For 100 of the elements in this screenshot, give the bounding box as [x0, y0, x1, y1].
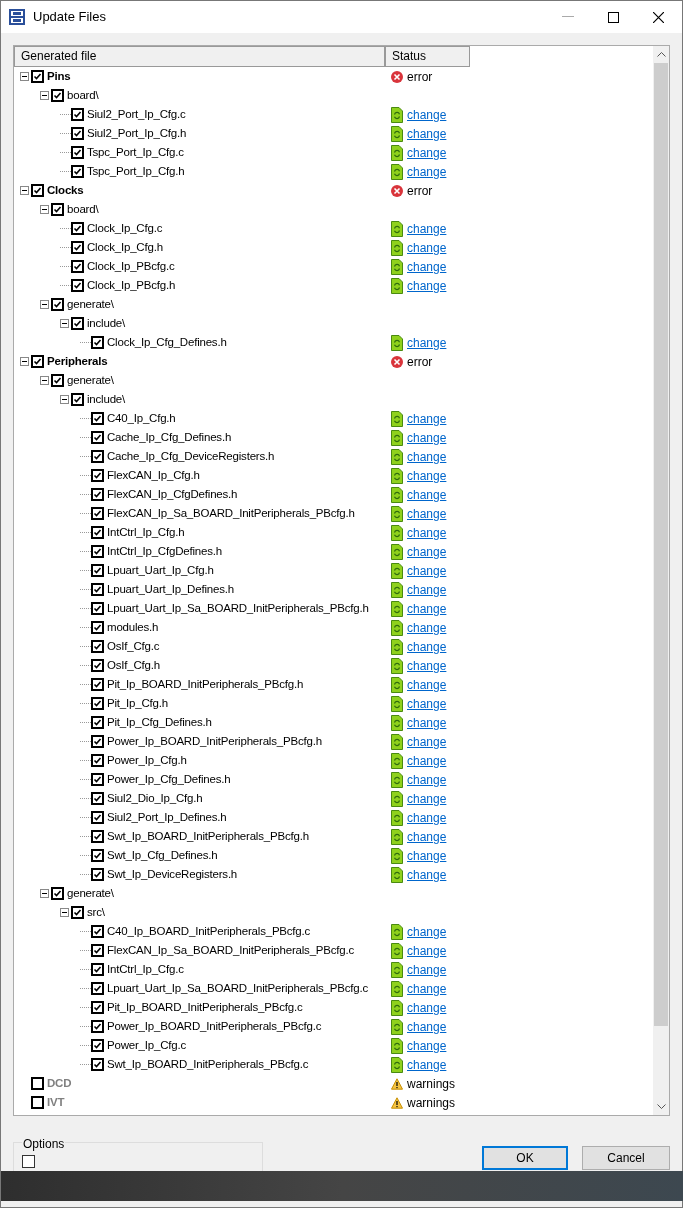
tree-item-label[interactable]: Clock_Ip_PBcfg.c: [87, 257, 175, 276]
tree-item-label[interactable]: modules.h: [107, 618, 159, 637]
change-link[interactable]: change: [407, 542, 447, 561]
collapse-toggle-icon[interactable]: [40, 376, 49, 385]
tree-item-label[interactable]: IntCtrl_Ip_Cfg.h: [107, 523, 185, 542]
tree-item-label[interactable]: OsIf_Cfg.c: [107, 637, 160, 656]
tree-item-label[interactable]: Lpuart_Uart_Ip_Sa_BOARD_InitPeripherals_PBcfg.c: [107, 979, 368, 998]
scrollbar-thumb[interactable]: [654, 63, 668, 1026]
tree-item-label[interactable]: Pit_Ip_Cfg_Defines.h: [107, 713, 212, 732]
change-link[interactable]: change: [407, 124, 447, 143]
checkbox[interactable]: [91, 735, 104, 748]
tree-item-label[interactable]: Pit_Ip_BOARD_InitPeripherals_PBcfg.c: [107, 998, 303, 1017]
checkbox[interactable]: [91, 602, 104, 615]
checkbox[interactable]: [91, 640, 104, 653]
tree-item-label[interactable]: Siul2_Dio_Ip_Cfg.h: [107, 789, 203, 808]
checkbox[interactable]: [91, 982, 104, 995]
checkbox[interactable]: [71, 393, 84, 406]
checkbox[interactable]: [71, 108, 84, 121]
tree-item-label[interactable]: generate\: [67, 884, 114, 903]
tree-item-label[interactable]: Swt_Ip_BOARD_InitPeripherals_PBcfg.c: [107, 1055, 309, 1074]
tree-item-label[interactable]: IntCtrl_Ip_Cfg.c: [107, 960, 184, 979]
tree-item-label[interactable]: Tspc_Port_Ip_Cfg.c: [87, 143, 184, 162]
tree-item-label[interactable]: Lpuart_Uart_Ip_Defines.h: [107, 580, 234, 599]
checkbox[interactable]: [91, 336, 104, 349]
change-link[interactable]: change: [407, 979, 447, 998]
checkbox[interactable]: [91, 944, 104, 957]
collapse-toggle-icon[interactable]: [20, 186, 29, 195]
tree-item-label[interactable]: FlexCAN_Ip_Sa_BOARD_InitPeripherals_PBcfg.c: [107, 941, 355, 960]
checkbox[interactable]: [91, 1020, 104, 1033]
tree-item-label[interactable]: OsIf_Cfg.h: [107, 656, 160, 675]
tree-item-label[interactable]: C40_Ip_BOARD_InitPeripherals_PBcfg.c: [107, 922, 311, 941]
checkbox[interactable]: [91, 659, 104, 672]
checkbox[interactable]: [91, 412, 104, 425]
change-link[interactable]: change: [407, 599, 447, 618]
tree-item-label[interactable]: generate\: [67, 295, 114, 314]
checkbox[interactable]: [51, 298, 64, 311]
checkbox[interactable]: [91, 583, 104, 596]
tree-item-label[interactable]: Power_Ip_Cfg.c: [107, 1036, 187, 1055]
tree-item-label[interactable]: Pins: [47, 67, 71, 86]
checkbox[interactable]: [91, 963, 104, 976]
change-link[interactable]: change: [407, 466, 447, 485]
tree-item-label[interactable]: Peripherals: [47, 352, 108, 371]
change-link[interactable]: change: [407, 485, 447, 504]
checkbox[interactable]: [91, 773, 104, 786]
checkbox[interactable]: [91, 754, 104, 767]
tree-item-label[interactable]: board\: [67, 200, 99, 219]
checkbox[interactable]: [91, 678, 104, 691]
checkbox[interactable]: [71, 165, 84, 178]
change-link[interactable]: change: [407, 637, 447, 656]
tree-item-label[interactable]: Clock_Ip_PBcfg.h: [87, 276, 176, 295]
scrollbar[interactable]: [653, 46, 669, 1115]
checkbox[interactable]: [91, 488, 104, 501]
change-link[interactable]: change: [407, 238, 447, 257]
scroll-up-icon[interactable]: [656, 52, 666, 57]
checkbox[interactable]: [91, 450, 104, 463]
checkbox[interactable]: [71, 279, 84, 292]
change-link[interactable]: change: [407, 504, 447, 523]
tree-item-label[interactable]: Swt_Ip_BOARD_InitPeripherals_PBcfg.h: [107, 827, 309, 846]
checkbox[interactable]: [91, 830, 104, 843]
tree-item-label[interactable]: C40_Ip_Cfg.h: [107, 409, 176, 428]
change-link[interactable]: change: [407, 333, 447, 352]
change-link[interactable]: change: [407, 276, 447, 295]
checkbox[interactable]: [71, 906, 84, 919]
change-link[interactable]: change: [407, 998, 447, 1017]
checkbox[interactable]: [91, 621, 104, 634]
change-link[interactable]: change: [407, 447, 447, 466]
change-link[interactable]: change: [407, 865, 447, 884]
column-header[interactable]: Status: [385, 46, 470, 67]
tree-item-label[interactable]: include\: [87, 314, 126, 333]
change-link[interactable]: change: [407, 770, 447, 789]
checkbox[interactable]: [31, 70, 44, 83]
tree-item-label[interactable]: Power_Ip_BOARD_InitPeripherals_PBcfg.h: [107, 732, 322, 751]
checkbox[interactable]: [31, 355, 44, 368]
collapse-toggle-icon[interactable]: [20, 357, 29, 366]
close-icon[interactable]: [653, 11, 664, 23]
tree-item-label[interactable]: FlexCAN_Ip_CfgDefines.h: [107, 485, 238, 504]
change-link[interactable]: change: [407, 732, 447, 751]
tree-item-label[interactable]: include\: [87, 390, 126, 409]
checkbox[interactable]: [91, 431, 104, 444]
collapse-toggle-icon[interactable]: [60, 908, 69, 917]
tree-item-label[interactable]: Siul2_Port_Ip_Cfg.c: [87, 105, 186, 124]
checkbox[interactable]: [91, 469, 104, 482]
tree-item-label[interactable]: Clocks: [47, 181, 84, 200]
tree-item-label[interactable]: Power_Ip_BOARD_InitPeripherals_PBcfg.c: [107, 1017, 322, 1036]
tree-item-label[interactable]: Swt_Ip_DeviceRegisters.h: [107, 865, 238, 884]
checkbox[interactable]: [22, 1155, 35, 1168]
checkbox[interactable]: [91, 507, 104, 520]
checkbox[interactable]: [91, 564, 104, 577]
change-link[interactable]: change: [407, 941, 447, 960]
change-link[interactable]: change: [407, 656, 447, 675]
checkbox[interactable]: [91, 849, 104, 862]
change-link[interactable]: change: [407, 751, 447, 770]
tree-item-label[interactable]: Power_Ip_Cfg.h: [107, 751, 187, 770]
tree-item-label[interactable]: IntCtrl_Ip_CfgDefines.h: [107, 542, 222, 561]
checkbox[interactable]: [91, 697, 104, 710]
dialog-button[interactable]: OK: [482, 1146, 568, 1170]
collapse-toggle-icon[interactable]: [40, 889, 49, 898]
collapse-toggle-icon[interactable]: [60, 395, 69, 404]
maximize-icon[interactable]: [608, 11, 619, 23]
checkbox[interactable]: [91, 868, 104, 881]
